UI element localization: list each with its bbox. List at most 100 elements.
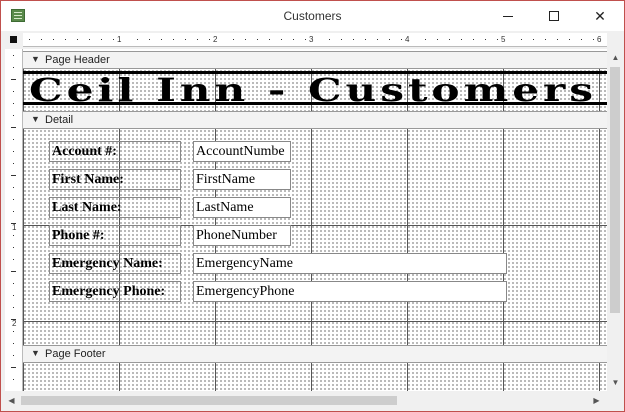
page-footer-section <box>23 363 607 391</box>
ruler-tick <box>389 39 390 40</box>
page-footer-band[interactable]: ▼ Page Footer <box>23 345 607 363</box>
page-footer-label: Page Footer <box>45 348 106 360</box>
ruler-tick <box>11 79 16 80</box>
title-bar[interactable]: Customers ✕ <box>1 1 624 31</box>
ruler-tick <box>233 39 234 40</box>
ruler-tick <box>545 39 546 40</box>
ruler-tick <box>365 39 366 40</box>
design-surface: ▼ Page Header Ceil Inn - Customers ▼ Det… <box>23 49 607 391</box>
close-icon: ✕ <box>594 7 606 24</box>
page-header-band[interactable]: ▼ Page Header <box>23 51 607 69</box>
ruler-tick <box>533 39 534 40</box>
emergency-name-field[interactable]: EmergencyName <box>193 253 507 274</box>
ruler-tick <box>13 235 14 236</box>
ruler-tick <box>197 39 198 40</box>
ruler-tick <box>13 55 14 56</box>
ruler-tick <box>11 223 16 224</box>
scroll-right-icon[interactable]: ▶ <box>588 392 605 409</box>
first-name-field[interactable]: FirstName <box>193 169 291 190</box>
report-title-text: Ceil Inn - Customers <box>29 71 598 109</box>
ruler-tick <box>281 39 282 40</box>
ruler-tick <box>13 115 14 116</box>
vertical-ruler[interactable]: 1 2 <box>5 49 23 391</box>
scroll-left-icon[interactable]: ◀ <box>3 392 20 409</box>
ruler-tick <box>473 39 474 40</box>
close-button[interactable]: ✕ <box>577 1 623 31</box>
detail-label: Detail <box>45 114 74 126</box>
size-grip[interactable] <box>607 392 624 409</box>
section-arrow-icon: ▼ <box>31 348 40 358</box>
ruler-tick <box>377 39 378 40</box>
scroll-up-icon[interactable]: ▲ <box>607 49 624 66</box>
ruler-tick <box>521 39 522 40</box>
ruler-tick <box>13 355 14 356</box>
ruler-tick <box>269 39 270 40</box>
ruler-tick <box>173 39 174 40</box>
first-name-label[interactable]: First Name: <box>49 169 181 190</box>
ruler-tick <box>13 331 14 332</box>
ruler-mark: 5 <box>501 35 506 44</box>
ruler-mark: 2 <box>12 319 17 328</box>
ruler-mark: 2 <box>213 35 218 44</box>
report-selector[interactable] <box>5 33 21 47</box>
account-number-field[interactable]: AccountNumbe <box>193 141 291 162</box>
ruler-tick <box>13 103 14 104</box>
ruler-tick <box>149 39 150 40</box>
section-arrow-icon: ▼ <box>31 54 40 64</box>
maximize-button[interactable] <box>531 1 577 31</box>
emergency-name-label[interactable]: Emergency Name: <box>49 253 181 274</box>
ruler-tick <box>401 39 402 40</box>
ruler-tick <box>53 39 54 40</box>
page-header-label: Page Header <box>45 54 110 66</box>
ruler-tick <box>425 39 426 40</box>
ruler-tick <box>11 319 16 320</box>
ruler-tick <box>557 39 558 40</box>
ruler-tick <box>293 39 294 40</box>
ruler-tick <box>13 283 14 284</box>
ruler-tick <box>13 163 14 164</box>
report-design-window: Customers ✕ 1 2 3 4 5 6 1 2 ▼ Page Heade… <box>0 0 625 412</box>
ruler-tick <box>485 39 486 40</box>
vertical-scroll-thumb[interactable] <box>610 67 620 313</box>
ruler-tick <box>65 39 66 40</box>
minimize-button[interactable] <box>485 1 531 31</box>
report-title-label[interactable]: Ceil Inn - Customers <box>23 71 607 109</box>
ruler-mark: 4 <box>405 35 410 44</box>
ruler-tick <box>449 39 450 40</box>
ruler-mark: 3 <box>309 35 314 44</box>
horizontal-ruler[interactable]: 1 2 3 4 5 6 <box>23 33 607 47</box>
ruler-mark: 1 <box>117 35 122 44</box>
emergency-phone-label[interactable]: Emergency Phone: <box>49 281 181 302</box>
ruler-tick <box>593 39 594 40</box>
ruler-tick <box>13 307 14 308</box>
ruler-tick <box>13 211 14 212</box>
ruler-tick <box>13 379 14 380</box>
page-header-section: Ceil Inn - Customers <box>23 69 607 113</box>
ruler-tick <box>341 39 342 40</box>
ruler-tick <box>13 199 14 200</box>
detail-band[interactable]: ▼ Detail <box>23 111 607 129</box>
phone-label[interactable]: Phone #: <box>49 225 181 246</box>
ruler-tick <box>185 39 186 40</box>
ruler-tick <box>11 271 16 272</box>
phone-number-field[interactable]: PhoneNumber <box>193 225 291 246</box>
last-name-field[interactable]: LastName <box>193 197 291 218</box>
ruler-tick <box>245 39 246 40</box>
ruler-tick <box>11 367 16 368</box>
ruler-tick <box>11 127 16 128</box>
ruler-tick <box>137 39 138 40</box>
last-name-label[interactable]: Last Name: <box>49 197 181 218</box>
ruler-tick <box>581 39 582 40</box>
ruler-tick <box>161 39 162 40</box>
horizontal-scrollbar[interactable]: ◀ ▶ <box>1 392 607 409</box>
minimize-icon <box>503 15 513 17</box>
emergency-phone-field[interactable]: EmergencyPhone <box>193 281 507 302</box>
ruler-tick <box>77 39 78 40</box>
maximize-icon <box>549 11 559 21</box>
ruler-tick <box>257 39 258 40</box>
horizontal-scroll-thumb[interactable] <box>21 396 397 405</box>
scroll-down-icon[interactable]: ▼ <box>607 374 624 391</box>
vertical-scrollbar[interactable]: ▲ ▼ <box>607 49 624 391</box>
account-label[interactable]: Account #: <box>49 141 181 162</box>
ruler-tick <box>461 39 462 40</box>
